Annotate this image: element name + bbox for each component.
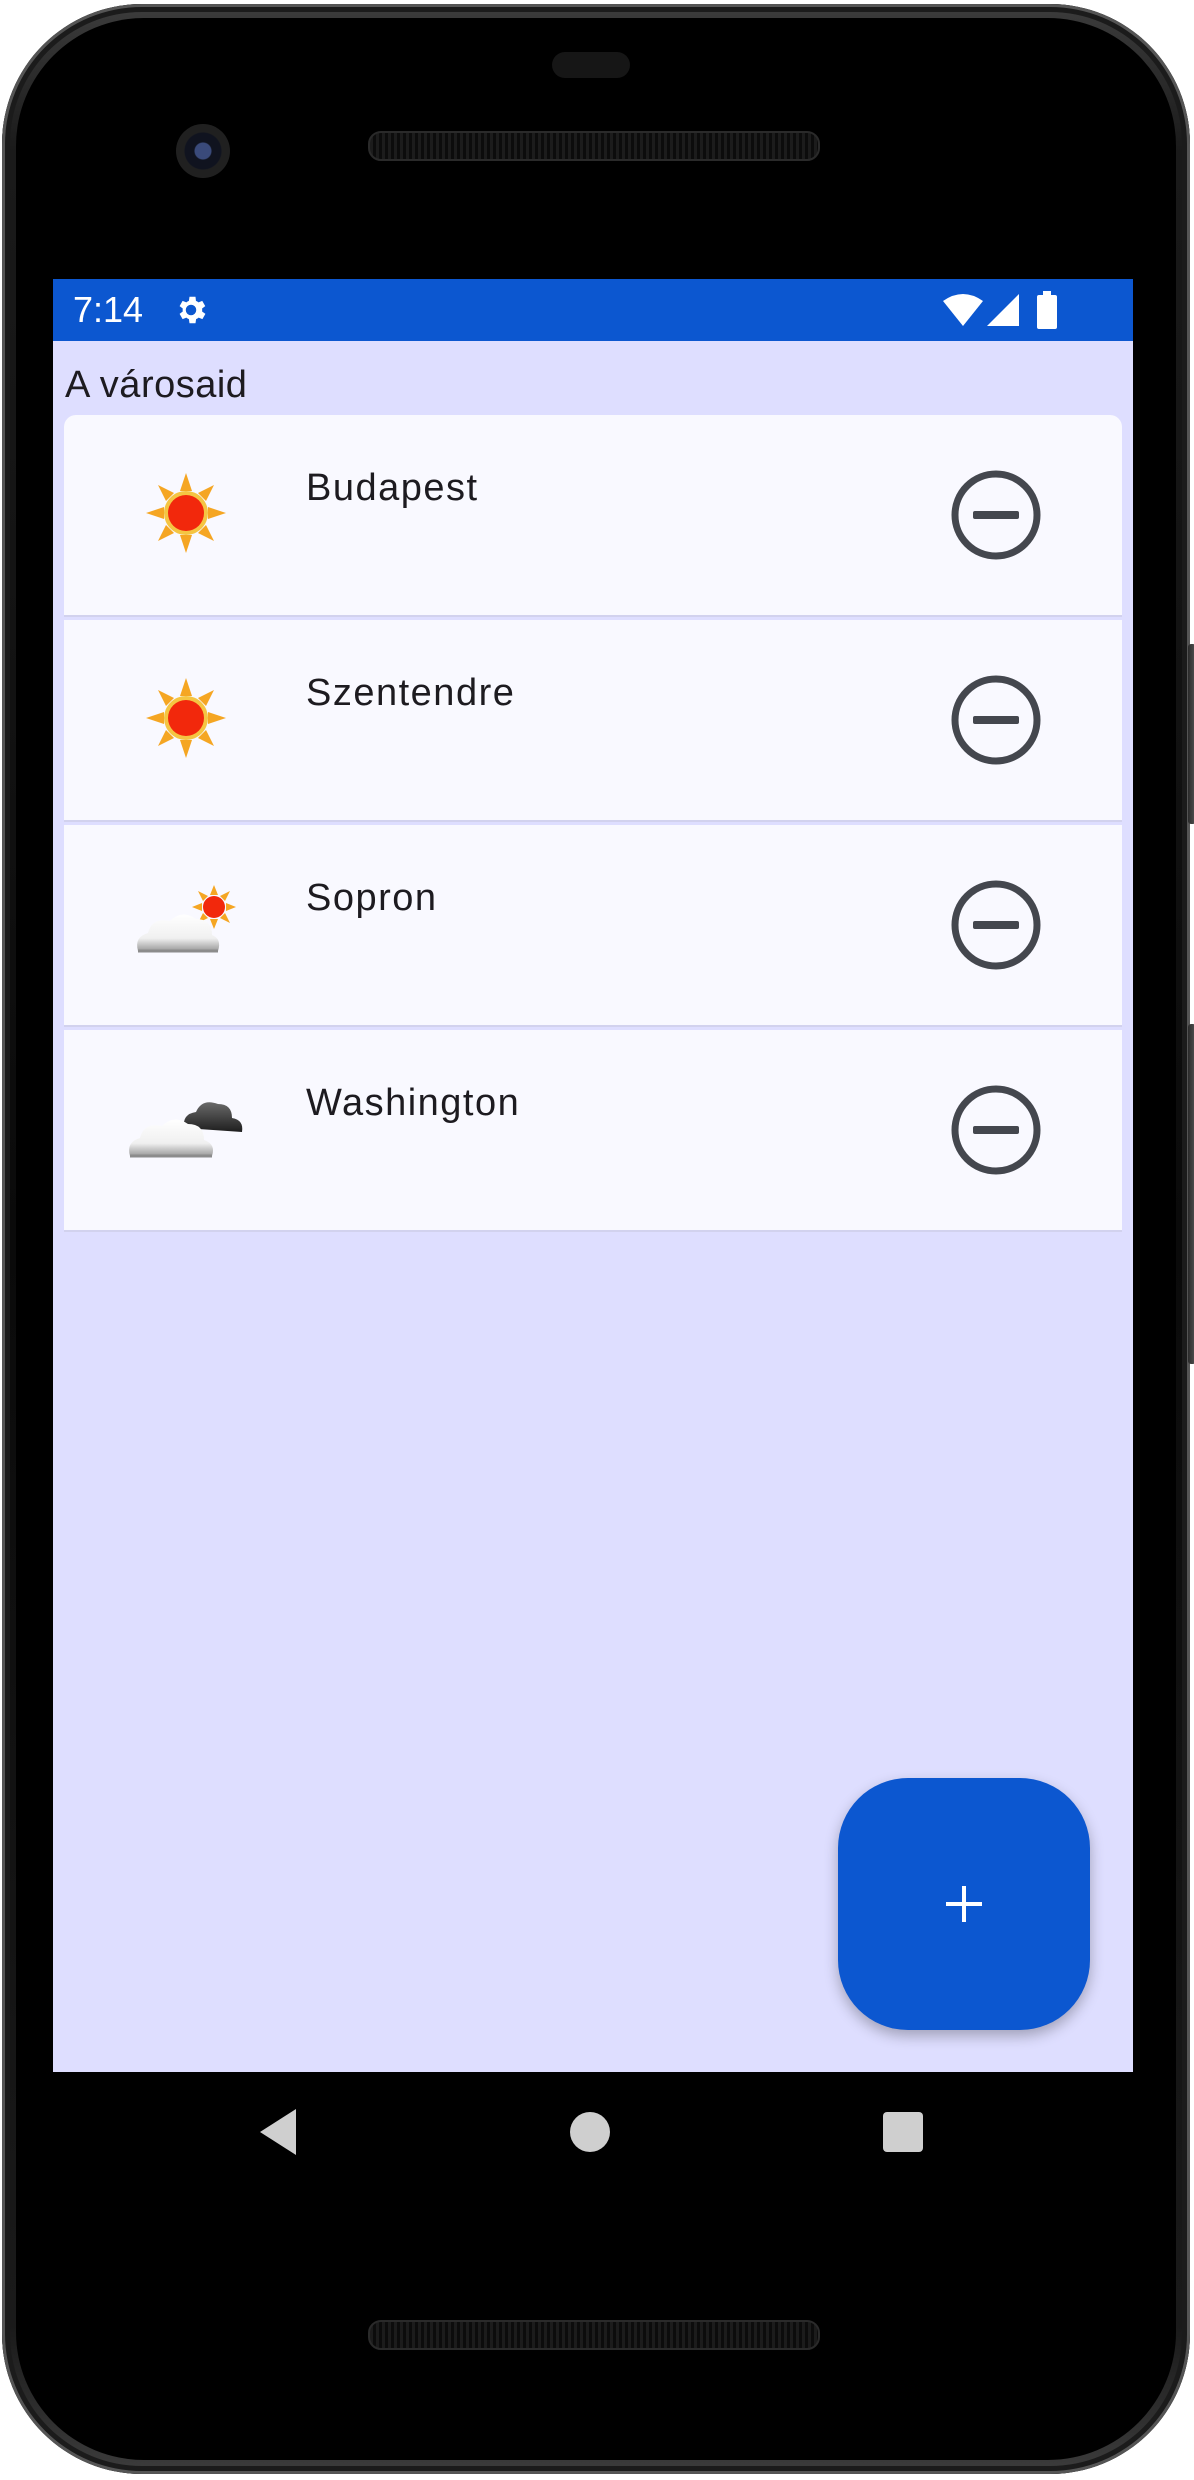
city-name: Sopron (306, 877, 438, 919)
front-camera (176, 124, 230, 178)
city-name: Budapest (306, 467, 479, 509)
back-icon[interactable] (256, 2107, 300, 2157)
city-card[interactable]: Sopron (64, 825, 1122, 1025)
app-screen: 7:14 A városaid Budapest Szentendre Sopr… (53, 279, 1133, 2072)
battery-icon (1037, 291, 1057, 329)
remove-circle-icon[interactable] (948, 877, 1044, 973)
remove-circle-icon[interactable] (948, 467, 1044, 563)
proximity-sensor (552, 52, 630, 78)
system-nav-bar (53, 2072, 1133, 2202)
city-list: Budapest Szentendre Sopron Washington (64, 415, 1122, 1235)
remove-circle-icon[interactable] (948, 1082, 1044, 1178)
page-title: A városaid (65, 364, 248, 406)
remove-circle-icon[interactable] (948, 672, 1044, 768)
signal-icon (987, 294, 1019, 326)
city-card[interactable]: Budapest (64, 415, 1122, 615)
status-time: 7:14 (73, 289, 144, 330)
city-name: Szentendre (306, 672, 516, 714)
gear-icon (179, 296, 206, 324)
status-bar: 7:14 (53, 279, 1133, 341)
bottom-speaker (368, 2320, 820, 2350)
wifi-icon (943, 294, 983, 326)
partly-cloudy-icon (137, 885, 236, 953)
sunny-icon (146, 473, 226, 553)
volume-button (1188, 1024, 1194, 1364)
add-city-button[interactable] (838, 1778, 1090, 2030)
sunny-icon (146, 678, 226, 758)
city-card[interactable]: Washington (64, 1030, 1122, 1230)
city-card[interactable]: Szentendre (64, 620, 1122, 820)
top-speaker (368, 131, 820, 161)
home-icon[interactable] (570, 2112, 610, 2152)
plus-icon (946, 1886, 982, 1922)
city-name: Washington (306, 1082, 521, 1124)
cloudy-icon (129, 1102, 243, 1158)
power-button (1188, 644, 1194, 824)
recents-icon[interactable] (883, 2112, 923, 2152)
